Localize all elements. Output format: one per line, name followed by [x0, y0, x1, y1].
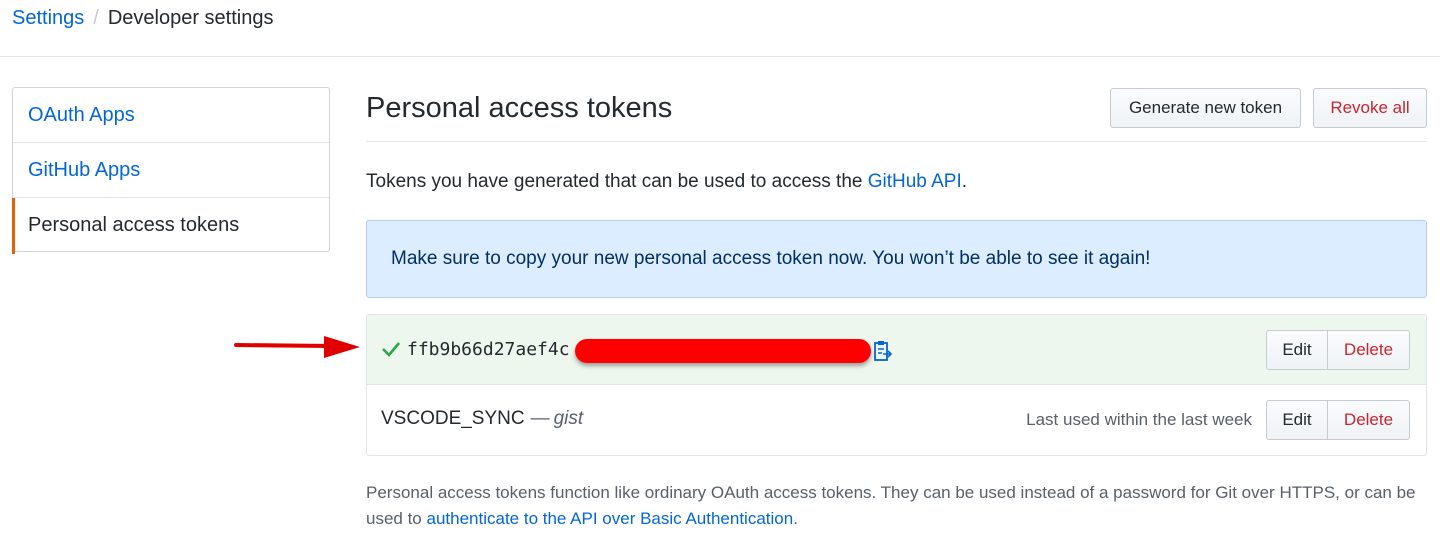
token-actions: Edit Delete [1266, 330, 1410, 370]
breadcrumb-current: Developer settings [107, 7, 274, 29]
intro-text-body: Tokens you have generated that can be us… [366, 171, 868, 192]
page-title: Personal access tokens [366, 92, 673, 124]
edit-button[interactable]: Edit [1266, 400, 1328, 440]
token-name-line: VSCODE_SYNC — gist [381, 407, 583, 431]
token-dash: — [530, 408, 550, 429]
intro-text-end: . [961, 171, 968, 192]
delete-button[interactable]: Delete [1328, 400, 1410, 440]
sidebar-item-label[interactable]: GitHub Apps [28, 159, 140, 181]
red-arrow-annotation [234, 336, 360, 358]
title-divider [366, 141, 1427, 142]
token-value[interactable]: ffb9b66d27aef4c [407, 338, 570, 362]
token-name[interactable]: VSCODE_SYNC [381, 408, 525, 429]
basic-auth-link[interactable]: authenticate to the API over Basic Authe… [427, 509, 794, 528]
new-token-row: ffb9b66d27aef4c Edit Delete [367, 315, 1426, 385]
token-list: ffb9b66d27aef4c Edit Delete VSCODE_SYNC —… [366, 314, 1427, 456]
token-actions: Edit Delete [1266, 400, 1410, 440]
breadcrumb-separator: / [93, 7, 99, 29]
sidebar-item-personal-access-tokens[interactable]: Personal access tokens [12, 198, 329, 254]
sidebar-item-github-apps[interactable]: GitHub Apps [13, 143, 329, 198]
redaction-mark [575, 339, 871, 363]
token-row: VSCODE_SYNC — gist Last used within the la… [367, 385, 1426, 455]
header-divider [0, 56, 1440, 57]
token-scope: gist [553, 408, 584, 429]
revoke-all-button[interactable]: Revoke all [1313, 88, 1427, 128]
edit-button[interactable]: Edit [1266, 330, 1328, 370]
breadcrumb-settings-link[interactable]: Settings [12, 7, 84, 29]
delete-button[interactable]: Delete [1328, 330, 1410, 370]
sidebar-item-oauth-apps[interactable]: OAuth Apps [13, 88, 329, 143]
breadcrumb: Settings / Developer settings [12, 6, 273, 30]
footer-note-end: . [793, 509, 798, 528]
last-used-text: Last used within the last week [1026, 410, 1252, 429]
footer-note: Personal access tokens function like ord… [366, 480, 1427, 532]
intro-text: Tokens you have generated that can be us… [366, 170, 967, 194]
check-icon [382, 342, 400, 357]
clipboard-icon[interactable] [873, 339, 893, 363]
generate-new-token-button[interactable]: Generate new token [1110, 88, 1301, 128]
flash-notice: Make sure to copy your new personal acce… [366, 220, 1427, 298]
developer-settings-sidebar: OAuth Apps GitHub Apps Personal access t… [12, 87, 330, 254]
sidebar-item-label: Personal access tokens [28, 214, 240, 236]
sidebar-item-label[interactable]: OAuth Apps [28, 104, 135, 126]
github-api-link[interactable]: GitHub API [868, 171, 962, 192]
